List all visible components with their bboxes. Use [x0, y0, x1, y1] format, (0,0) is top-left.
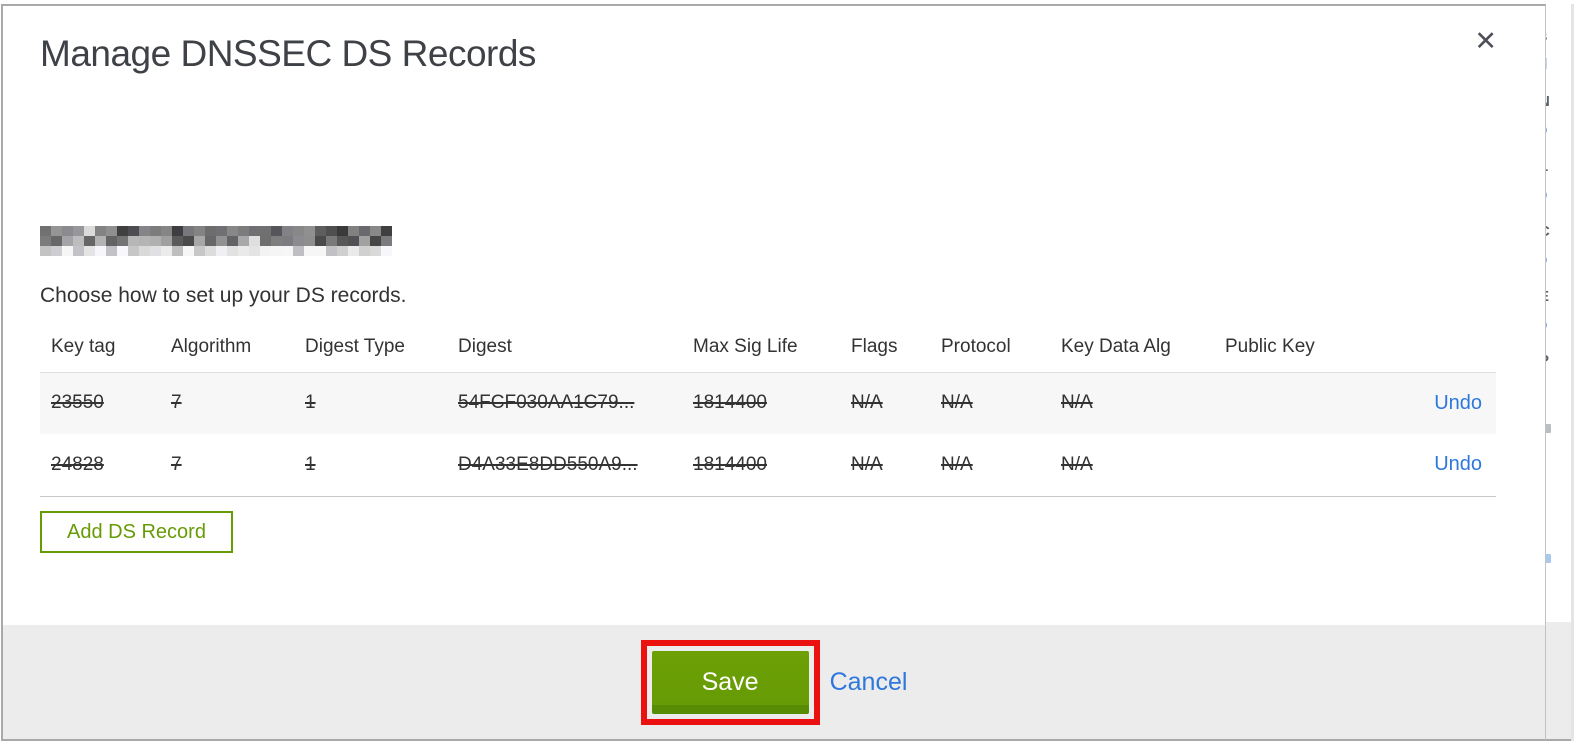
highlight-box: Save [640, 639, 820, 725]
cell-flags: N/A [851, 392, 883, 414]
background-link-fragment: o [1546, 121, 1561, 139]
table-body: 23550 7 1 54FCF030AA1C79... 1814400 N/A N/A N/A… [40, 372, 1496, 497]
undo-link[interactable]: Undo [1434, 453, 1482, 475]
cell-algorithm: 7 [171, 392, 182, 414]
cell-digest: D4A33E8DD550A9... [458, 453, 638, 475]
cell-key-data-alg: N/A [1061, 453, 1093, 475]
column-header: Key Data Alg [1050, 326, 1214, 373]
background-footer-sliver [1546, 622, 1574, 741]
column-header: Key tag [40, 326, 160, 373]
column-header: Algorithm [160, 326, 294, 373]
table-header-row: Key tag Algorithm Digest Type Digest Max Sig… [40, 326, 1496, 373]
background-page-sliver: s N L C E Pd o o o o J [1546, 4, 1574, 741]
ds-records-table: Key tag Algorithm Digest Type Digest Max Sig… [40, 326, 1496, 497]
background-mark [1546, 554, 1551, 563]
background-text-fragment: s [1546, 28, 1561, 46]
background-link-fragment: d [1546, 56, 1561, 74]
cell-protocol: N/A [941, 392, 973, 414]
table-row: 23550 7 1 54FCF030AA1C79... 1814400 N/A N/A N/A… [40, 372, 1496, 434]
save-button[interactable]: Save [651, 650, 809, 714]
domain-name-redacted [40, 226, 392, 256]
modal-body: Manage DNSSEC DS Records ✕ Choose how to… [3, 6, 1545, 624]
background-text-fragment: N [1546, 93, 1561, 111]
column-header: Digest [447, 326, 682, 373]
background-text-fragment: E [1546, 288, 1561, 306]
background-link-fragment: o [1546, 316, 1561, 334]
cell-digest-type: 1 [305, 453, 316, 475]
background-text-fragment: C [1546, 223, 1561, 241]
background-link-fragment: o [1546, 251, 1561, 269]
column-header: Flags [840, 326, 930, 373]
cell-key-tag: 23550 [51, 392, 104, 414]
table-row: 24828 7 1 D4A33E8DD550A9... 1814400 N/A N/A N/A… [40, 434, 1496, 497]
cell-algorithm: 7 [171, 453, 182, 475]
cell-key-tag: 24828 [51, 453, 104, 475]
close-icon[interactable]: ✕ [1474, 28, 1497, 55]
add-ds-record-button[interactable]: Add DS Record [40, 510, 233, 553]
background-link-fragment: o [1546, 186, 1561, 204]
instructions-text: Choose how to set up your DS records. [40, 284, 407, 307]
cell-flags: N/A [851, 453, 883, 475]
column-header [1364, 326, 1496, 373]
screen: Manage DNSSEC DS Records ✕ Choose how to… [0, 0, 1574, 746]
background-text-fragment: L [1546, 158, 1561, 176]
column-header: Max Sig Life [682, 326, 840, 373]
manage-dnssec-modal: Manage DNSSEC DS Records ✕ Choose how to… [1, 4, 1546, 741]
modal-footer: Save Cancel [3, 625, 1545, 739]
background-mark [1546, 424, 1551, 433]
column-header: Digest Type [294, 326, 447, 373]
undo-link[interactable]: Undo [1434, 392, 1482, 414]
cell-digest: 54FCF030AA1C79... [458, 392, 635, 414]
background-link-fragment: J [1546, 385, 1561, 403]
cell-protocol: N/A [941, 453, 973, 475]
cancel-link[interactable]: Cancel [830, 668, 908, 697]
cell-digest-type: 1 [305, 392, 316, 414]
background-text-fragment: P [1546, 352, 1561, 370]
column-header: Public Key [1214, 326, 1364, 373]
column-header: Protocol [930, 326, 1050, 373]
cell-max-sig-life: 1814400 [693, 453, 767, 475]
modal-title: Manage DNSSEC DS Records [40, 33, 536, 74]
cell-max-sig-life: 1814400 [693, 392, 767, 414]
cell-key-data-alg: N/A [1061, 392, 1093, 414]
